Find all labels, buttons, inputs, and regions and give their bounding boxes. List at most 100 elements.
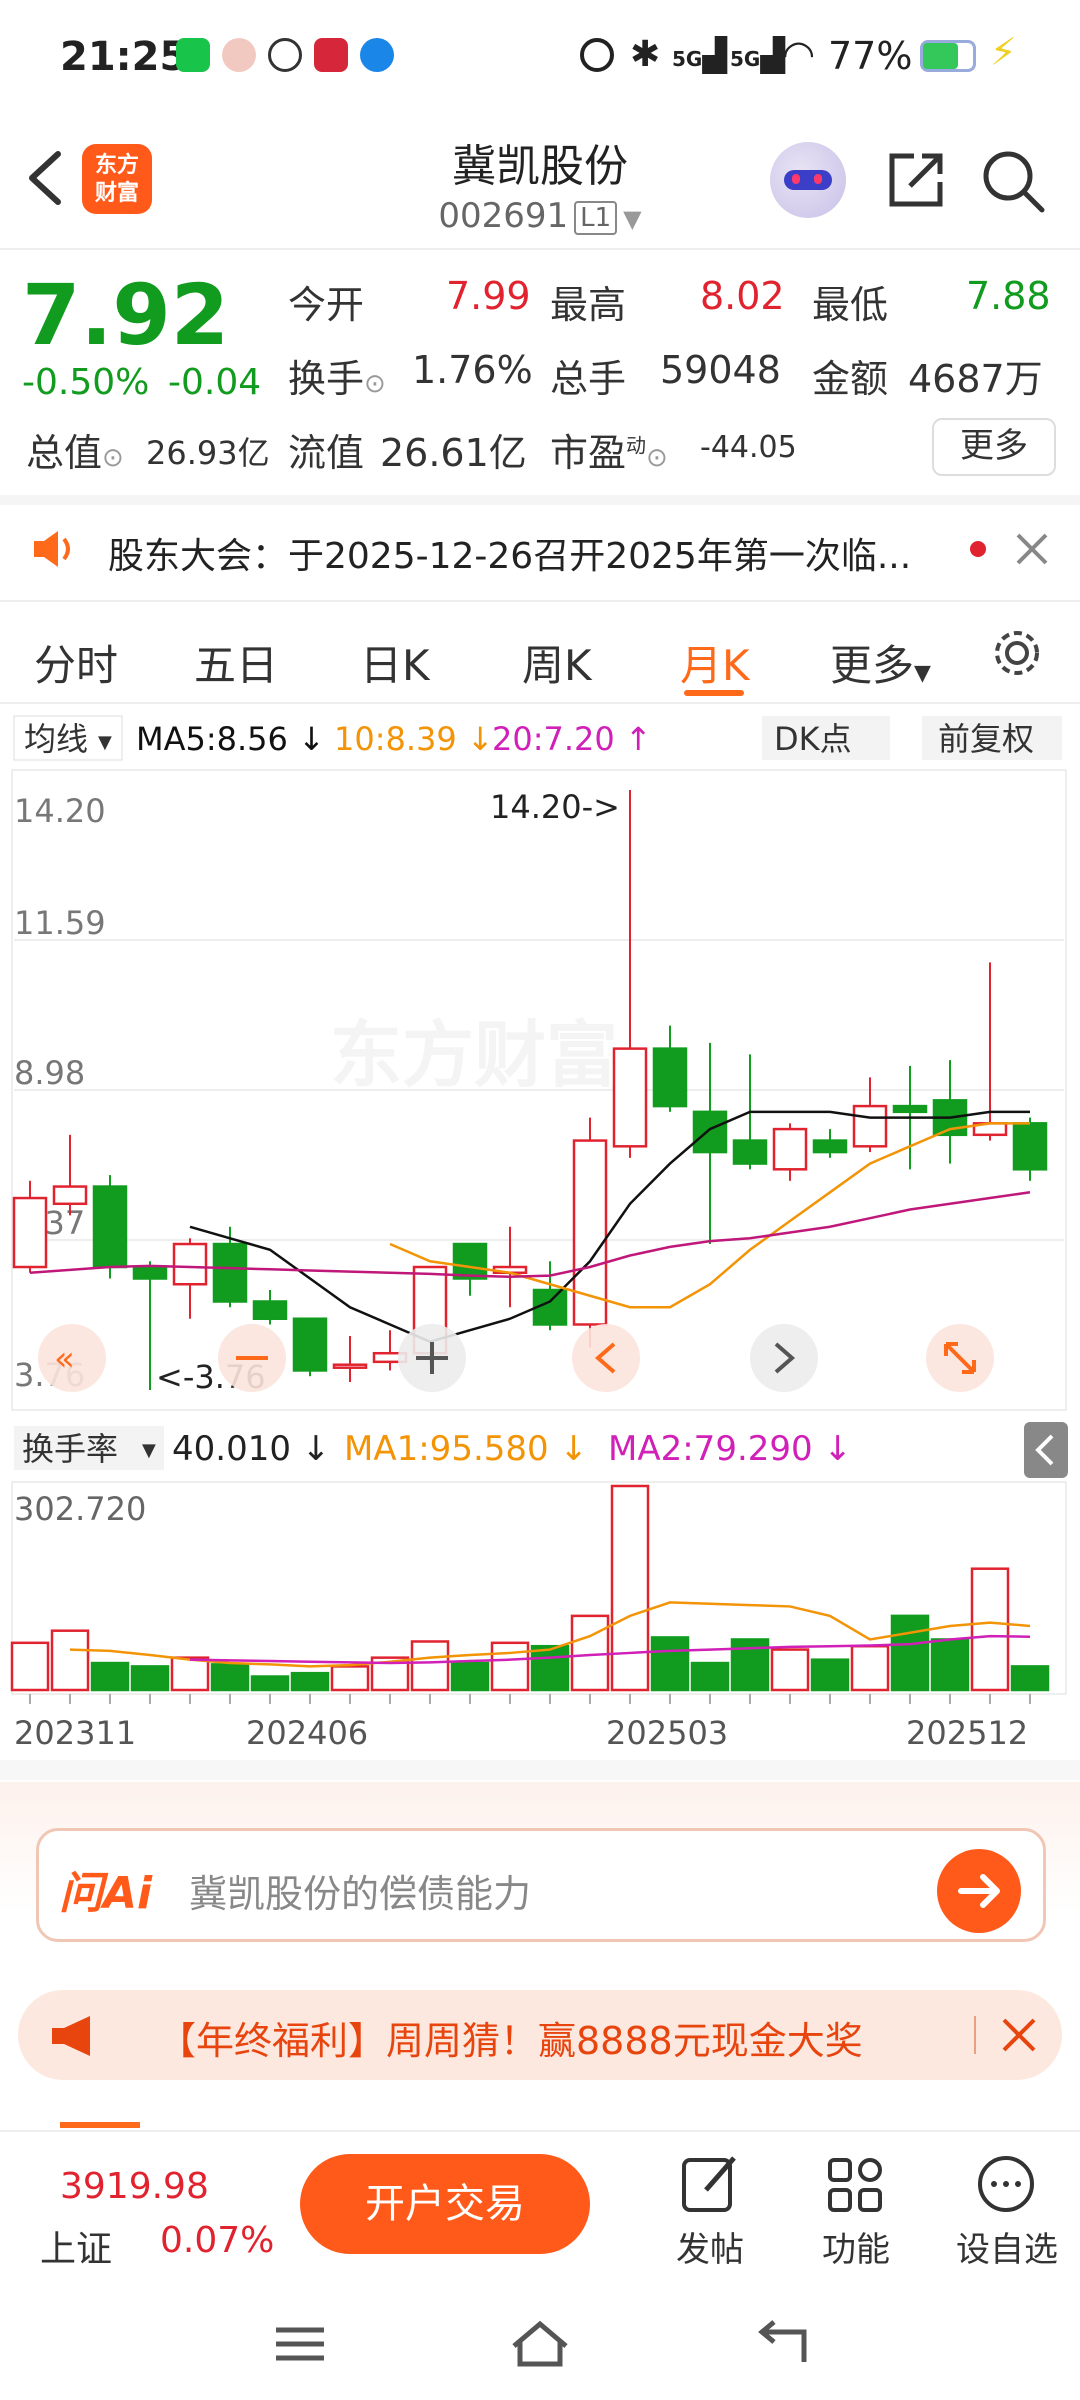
index-change[interactable]: 0.07% bbox=[160, 2220, 274, 2261]
candle-body bbox=[892, 1104, 928, 1114]
turnover-bar bbox=[850, 1644, 890, 1692]
zoom-out-button[interactable] bbox=[218, 1324, 286, 1392]
turnover-bar bbox=[210, 1663, 250, 1692]
info-icon: ⊙ bbox=[646, 443, 668, 473]
rewind-button[interactable]: « bbox=[38, 1324, 106, 1392]
turnover-bar bbox=[810, 1658, 850, 1692]
tab-weekly-k[interactable]: 周K bbox=[522, 632, 592, 693]
index-value[interactable]: 3919.98 bbox=[60, 2166, 209, 2207]
turnover-bar bbox=[530, 1644, 570, 1692]
bluetooth-icon: ✱ bbox=[630, 34, 661, 75]
unread-dot bbox=[970, 541, 986, 557]
hidden-subtabs-strip bbox=[0, 2102, 1080, 2132]
info-icon: ⊙ bbox=[364, 369, 386, 399]
next-button[interactable] bbox=[750, 1324, 818, 1392]
candle-body bbox=[612, 1047, 648, 1148]
mktcap-value: 26.93亿 bbox=[146, 434, 270, 472]
float-label: 流值 bbox=[288, 431, 365, 475]
ask-ai-bar[interactable]: 问Ai 冀凯股份的偿债能力 bbox=[36, 1828, 1046, 1942]
level-badge: L1 bbox=[574, 200, 618, 235]
candle-body bbox=[172, 1242, 208, 1286]
turnover-bar bbox=[690, 1661, 730, 1692]
pe-label: 市盈动⊙ bbox=[550, 431, 668, 475]
turnover-ma2: MA2:79.290 ↓ bbox=[608, 1429, 852, 1469]
battery-icon bbox=[920, 40, 976, 72]
turnover-bar bbox=[450, 1661, 490, 1692]
signal-1-icon: 5G▟ bbox=[672, 36, 727, 74]
turnover-bar bbox=[50, 1629, 90, 1692]
candle-body bbox=[732, 1139, 768, 1165]
ask-submit-button[interactable] bbox=[937, 1849, 1021, 1933]
candle-body bbox=[772, 1127, 808, 1171]
tab-daily-k[interactable]: 日K bbox=[360, 632, 430, 693]
close-icon[interactable] bbox=[1000, 2016, 1038, 2054]
x-tick-label: 202503 bbox=[606, 1714, 728, 1752]
search-icon bbox=[983, 151, 1045, 213]
trade-button[interactable]: 开户交易 bbox=[300, 2154, 590, 2254]
candle-body bbox=[812, 1139, 848, 1154]
wifi-icon: ◠ bbox=[782, 32, 816, 76]
avatar-app-icon bbox=[222, 38, 256, 72]
share-icon bbox=[889, 153, 943, 207]
zoom-in-button[interactable] bbox=[398, 1324, 466, 1392]
tab-more[interactable]: 更多▼ bbox=[830, 632, 931, 693]
menu-icon[interactable] bbox=[270, 2322, 330, 2366]
turnover-bar bbox=[290, 1671, 330, 1692]
dk-button[interactable]: DK点 bbox=[774, 720, 852, 758]
tab-monthly-k[interactable]: 月K bbox=[680, 632, 750, 693]
side-panel-toggle[interactable] bbox=[1024, 1422, 1068, 1478]
x-tick-label: 202512 bbox=[906, 1714, 1028, 1752]
candle-body bbox=[92, 1185, 128, 1269]
stock-app-icon bbox=[314, 38, 348, 72]
turnover-bar bbox=[410, 1640, 450, 1692]
volume-value: 59048 bbox=[660, 348, 781, 392]
open-label: 今开 bbox=[288, 283, 365, 327]
battery-percent: 77% bbox=[828, 34, 913, 78]
adjust-button[interactable]: 前复权 bbox=[938, 720, 1034, 758]
prev-button[interactable] bbox=[572, 1324, 640, 1392]
divider bbox=[974, 2016, 976, 2054]
more-button[interactable]: 更多 bbox=[932, 418, 1056, 476]
more-dots-icon bbox=[978, 2156, 1034, 2212]
candle-body bbox=[852, 1104, 888, 1148]
x-axis-ticks: 202311 202406 202503 202512 bbox=[14, 1694, 1031, 1752]
post-button[interactable]: 发帖 bbox=[650, 2150, 770, 2270]
turnover-bar bbox=[1010, 1665, 1050, 1692]
turnover-bar bbox=[930, 1638, 970, 1692]
dropdown-icon: ▼ bbox=[623, 205, 642, 233]
promo-banner[interactable]: 【年终福利】周周猜！赢8888元现金大奖 bbox=[18, 1990, 1062, 2080]
expand-button[interactable] bbox=[926, 1324, 994, 1392]
current-price: 7.92 bbox=[22, 266, 230, 364]
back-icon[interactable] bbox=[750, 2318, 810, 2368]
turnover-value: 1.76% bbox=[412, 348, 533, 392]
ask-ai-input[interactable]: 冀凯股份的偿债能力 bbox=[189, 1863, 531, 1918]
turnover-label: 换手⊙ bbox=[288, 357, 386, 401]
status-time: 21:25 bbox=[60, 34, 188, 80]
notice-bar[interactable]: 股东大会：于2025-12-26召开2025年第一次临... bbox=[0, 505, 1080, 595]
home-icon[interactable] bbox=[508, 2316, 572, 2370]
candle-body bbox=[132, 1265, 168, 1280]
tab-minute[interactable]: 分时 bbox=[34, 632, 118, 693]
turnover-bar bbox=[130, 1665, 170, 1692]
search-button[interactable] bbox=[980, 148, 1046, 218]
functions-button[interactable]: 功能 bbox=[796, 2150, 916, 2270]
close-icon[interactable] bbox=[1014, 531, 1050, 567]
double-left-icon: « bbox=[54, 1339, 75, 1379]
kline-chart[interactable]: 均线 ▼ MA5:8.56 ↓ 10:8.39 ↓ 20:7.20 ↑ DK点 … bbox=[0, 700, 1080, 1780]
turnover-bar bbox=[330, 1665, 370, 1692]
share-button[interactable] bbox=[884, 148, 948, 216]
charging-icon: ⚡ bbox=[990, 30, 1017, 74]
tab-five-day[interactable]: 五日 bbox=[194, 632, 278, 693]
bottom-nav: 3919.98 上证 0.07% 开户交易 bbox=[0, 2130, 1080, 2272]
low-value: 7.88 bbox=[966, 274, 1051, 318]
volume-select[interactable]: 换手率 bbox=[22, 1430, 118, 1468]
index-name[interactable]: 上证 bbox=[40, 2220, 112, 2272]
candle-body bbox=[332, 1363, 368, 1369]
info-icon: ⊙ bbox=[102, 443, 124, 473]
ai-robot-icon[interactable] bbox=[770, 142, 846, 218]
add-watchlist-button[interactable]: 设自选 bbox=[942, 2150, 1072, 2270]
kline-chart-area[interactable]: 均线 ▼ MA5:8.56 ↓ 10:8.39 ↓ 20:7.20 ↑ DK点 … bbox=[0, 700, 1080, 1780]
settings-gear-icon[interactable] bbox=[990, 626, 1044, 680]
ma-select[interactable]: 均线 bbox=[24, 720, 88, 758]
wechat-icon bbox=[176, 38, 210, 72]
